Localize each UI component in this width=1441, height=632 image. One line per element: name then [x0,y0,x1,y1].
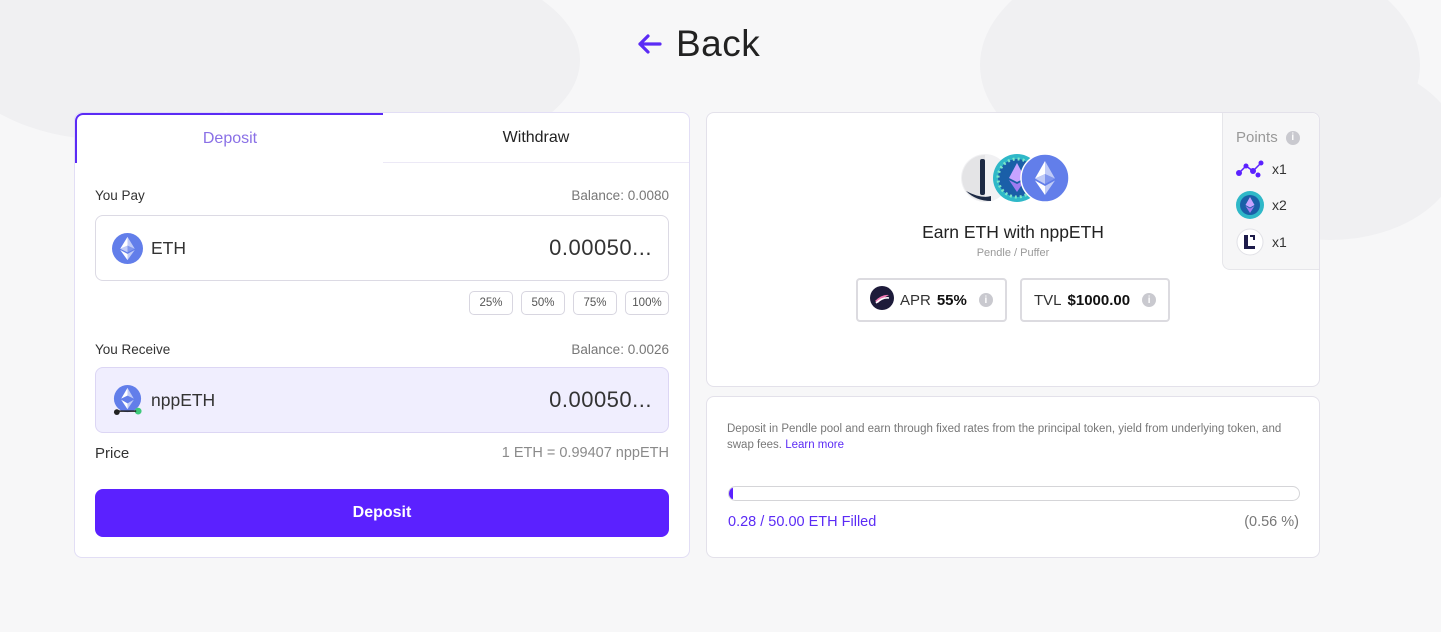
pool-description: Deposit in Pendle pool and earn through … [727,421,1299,453]
percent-25-button[interactable]: 25% [469,291,513,315]
swap-card: Deposit Withdraw You Pay Balance: 0.0080… [74,112,690,558]
apr-box: APR 55% i [856,278,1007,322]
tab-bar: Deposit Withdraw [75,113,689,163]
deposit-button[interactable]: Deposit [95,489,669,537]
nppeth-icon [112,384,143,416]
points-multiplier: x2 [1272,197,1287,213]
eth-icon [112,232,143,264]
filled-amount: 0.28 / 50.00 ETH Filled [728,514,877,530]
apr-label: APR [900,291,931,309]
points-item: x2 [1236,191,1287,219]
points-item: x1 [1236,228,1287,256]
percent-50-button[interactable]: 50% [521,291,565,315]
tvl-value: $1000.00 [1067,291,1131,309]
apr-info-icon[interactable]: i [978,293,993,307]
pay-token-input[interactable]: ETH 0.00050... [95,215,669,281]
receive-balance: Balance: 0.0026 [571,342,669,357]
you-receive-label: You Receive [95,342,171,357]
pay-amount[interactable]: 0.00050... [549,235,652,261]
points-panel: Points i x1 x2 x1 [1222,113,1319,270]
price-value: 1 ETH = 0.99407 nppETH [501,445,669,461]
apr-value: 55% [936,291,967,309]
eth-icon [1020,153,1070,203]
tvl-label: TVL [1034,291,1062,309]
points-title: Points [1236,129,1278,146]
network-nodes-icon [1236,155,1264,183]
fill-progress-bar [728,486,1300,501]
tab-withdraw[interactable]: Withdraw [383,113,689,163]
receive-header: You Receive Balance: 0.0026 [95,342,669,357]
arrow-left-icon [636,33,662,55]
percent-75-button[interactable]: 75% [573,291,617,315]
percent-buttons: 25% 50% 75% 100% [469,291,669,315]
points-header: Points i [1236,129,1300,146]
points-multiplier: x1 [1272,234,1287,250]
tab-deposit[interactable]: Deposit [75,113,383,163]
fill-progress-fill [729,487,733,500]
pay-token-name: ETH [151,237,186,258]
pay-balance: Balance: 0.0080 [571,188,669,203]
points-item: x1 [1236,155,1287,183]
points-info-icon[interactable]: i [1285,130,1300,145]
points-multiplier: x1 [1272,161,1287,177]
l-logo-icon [1236,228,1264,256]
price-label: Price [95,445,130,462]
tvl-box: TVL $1000.00 i [1020,278,1171,322]
pool-card: Earn ETH with nppETH Pendle / Puffer APR… [706,112,1320,387]
receive-token-name: nppETH [151,389,216,410]
puffer-eth-icon [1236,191,1264,219]
filled-percent: (0.56 %) [1244,514,1299,530]
pool-info-card: Deposit in Pendle pool and earn through … [706,396,1320,558]
learn-more-link[interactable]: Learn more [785,439,844,451]
back-label: Back [676,23,761,64]
receive-token-output: nppETH 0.00050... [95,367,669,433]
pendle-apr-icon [870,286,894,314]
tvl-info-icon[interactable]: i [1142,293,1157,307]
you-pay-label: You Pay [95,188,145,203]
percent-100-button[interactable]: 100% [625,291,669,315]
receive-amount: 0.00050... [549,387,652,412]
pool-token-icons [961,153,1071,205]
price-row: Price 1 ETH = 0.99407 nppETH [95,445,669,462]
pay-header: You Pay Balance: 0.0080 [95,188,669,203]
back-button[interactable]: Back [636,22,760,66]
